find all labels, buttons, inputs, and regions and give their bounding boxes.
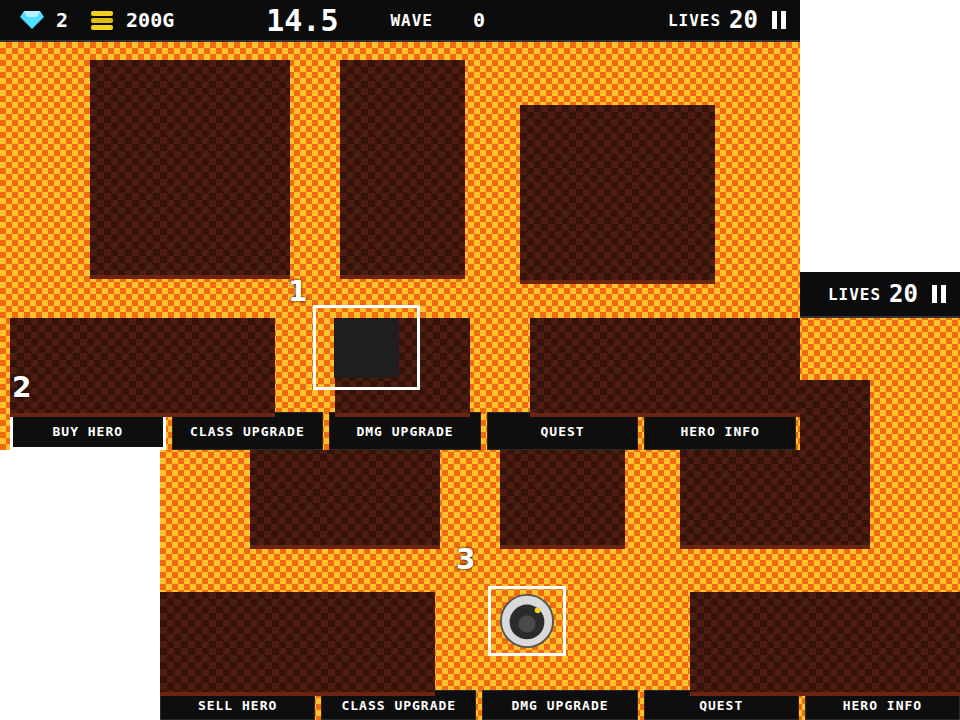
action-button[interactable]: HERO INFO [805,690,960,720]
lives-counter: LIVES 20 [828,280,946,308]
lava-board: 1 2 [0,42,800,412]
hero-icon [498,592,556,650]
step-number: 3 [456,546,475,574]
step-number: 2 [12,374,31,402]
lives-value: 20 [729,6,758,34]
game-screenshot: 2 200G 14.5 WAVE 0 LIVES 20 1 2 BUY HERO… [0,0,800,450]
step-number: 1 [288,278,307,306]
empty-tile [334,318,399,378]
wave-value: 0 [473,8,485,32]
highlighted-hero[interactable] [488,586,566,656]
action-button[interactable]: DMG UPGRADE [329,412,481,450]
action-button[interactable]: QUEST [644,690,799,720]
stone-block [90,60,290,275]
gems-value: 2 [56,8,68,32]
lives-counter: LIVES 20 [668,6,786,34]
wave-timer: 14.5 [266,3,338,38]
coins-icon [90,9,114,31]
wave-label: WAVE [390,11,433,30]
lives-label: LIVES [828,285,881,304]
action-bar: SELL HEROCLASS UPGRADEDMG UPGRADEQUESTHE… [160,690,960,720]
stone-block [160,592,435,692]
stone-block [10,318,275,413]
action-button[interactable]: CLASS UPGRADE [172,412,324,450]
hud-bar: 2 200G 14.5 WAVE 0 LIVES 20 [0,0,800,42]
pause-icon[interactable] [772,11,786,29]
gems-counter: 2 [20,8,68,32]
stone-block [250,440,440,545]
action-button[interactable]: QUEST [487,412,639,450]
action-button[interactable]: SELL HERO [160,690,315,720]
stone-block [690,592,960,692]
action-bar: BUY HEROCLASS UPGRADEDMG UPGRADEQUESTHER… [0,412,800,450]
stone-block [340,60,465,275]
tutorial-canvas: 2 200G 14.5 WAVE 0 LIVES 20 1 2 BUY HERO… [0,0,960,720]
action-button[interactable]: DMG UPGRADE [482,690,637,720]
action-button[interactable]: BUY HERO [10,412,166,450]
stone-block [520,105,715,280]
action-button[interactable]: HERO INFO [644,412,796,450]
lives-value: 20 [889,280,918,308]
diamond-icon [20,10,44,30]
wave-counter: WAVE 0 [390,8,485,32]
action-button[interactable]: CLASS UPGRADE [321,690,476,720]
stone-block [500,440,625,545]
gold-counter: 200G [90,8,174,32]
pause-icon[interactable] [932,285,946,303]
gold-value: 200G [126,8,174,32]
lives-label: LIVES [668,11,721,30]
stone-block [530,318,800,413]
highlighted-tile[interactable] [313,305,420,390]
